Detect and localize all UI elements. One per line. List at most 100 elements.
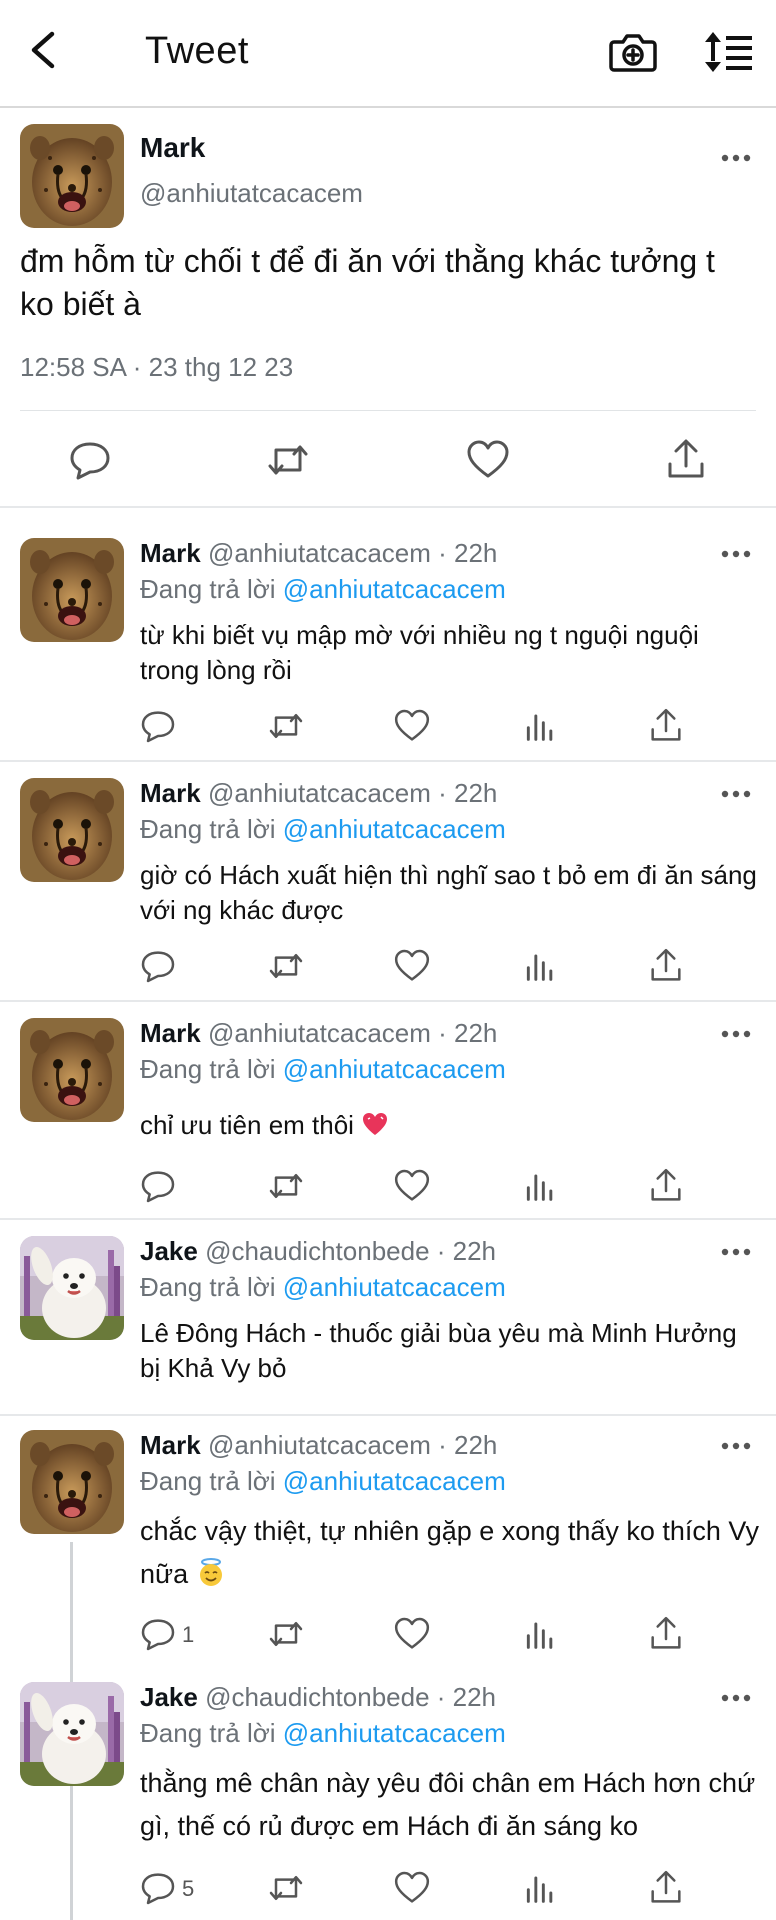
- reply-icon: [141, 951, 175, 983]
- like-icon: [394, 1169, 430, 1201]
- more-options-button[interactable]: [716, 1024, 756, 1044]
- cheetah-avatar-image: [20, 1018, 124, 1122]
- like-icon: [467, 440, 509, 478]
- reply-header: Mark @anhiutatcacacem · 22h: [140, 1430, 497, 1461]
- like-icon: [394, 1617, 430, 1649]
- reply-header: Mark @anhiutatcacacem · 22h: [140, 1018, 497, 1049]
- share-icon: [668, 439, 704, 478]
- author-name[interactable]: Mark: [140, 132, 205, 164]
- top-bar: Tweet: [0, 0, 776, 108]
- more-options-button[interactable]: [716, 784, 756, 804]
- author-handle[interactable]: @anhiutatcacacem · 22h: [208, 1018, 497, 1048]
- author-name[interactable]: Mark: [140, 1018, 201, 1048]
- mention-link[interactable]: @anhiutatcacacem: [283, 1718, 506, 1748]
- reply-icon: [141, 1171, 175, 1203]
- replying-to: Đang trả lời @anhiutatcacacem: [140, 814, 506, 845]
- mention-link[interactable]: @anhiutatcacacem: [283, 814, 506, 844]
- avatar[interactable]: [20, 1236, 124, 1340]
- reply-count: 5: [182, 1876, 195, 1901]
- reply-button[interactable]: [66, 436, 114, 484]
- more-options-button[interactable]: [716, 1688, 756, 1708]
- view-analytics-button[interactable]: [520, 1614, 560, 1654]
- like-button[interactable]: [392, 1614, 432, 1654]
- more-options-button[interactable]: [716, 1242, 756, 1262]
- tweet-timestamp[interactable]: 12:58 SA · 23 thg 12 23: [20, 352, 293, 383]
- like-button[interactable]: [392, 1868, 432, 1908]
- share-icon: [651, 1168, 681, 1201]
- more-options-button[interactable]: [716, 1436, 756, 1456]
- author-name[interactable]: Mark: [140, 538, 201, 568]
- reply-button[interactable]: [138, 706, 178, 746]
- reply-text-content: chỉ ưu tiên em thôi: [140, 1110, 354, 1140]
- view-analytics-button[interactable]: [520, 1868, 560, 1908]
- like-button[interactable]: [464, 436, 512, 484]
- retweet-button[interactable]: [264, 436, 312, 484]
- reply-text-content: chắc vậy thiệt, tự nhiên gặp e xong thấy…: [140, 1516, 759, 1589]
- author-handle[interactable]: @anhiutatcacacem · 22h: [208, 778, 497, 808]
- share-button[interactable]: [662, 436, 710, 484]
- reply-button[interactable]: [138, 1166, 178, 1206]
- avatar[interactable]: [20, 124, 124, 228]
- share-button[interactable]: [646, 706, 686, 746]
- avatar[interactable]: [20, 1682, 124, 1786]
- reply-header: Mark @anhiutatcacacem · 22h: [140, 778, 497, 809]
- retweet-button[interactable]: [266, 1614, 306, 1654]
- more-horizontal-icon: [721, 1248, 751, 1256]
- sort-button[interactable]: [702, 28, 754, 76]
- author-handle[interactable]: @anhiutatcacacem · 22h: [208, 1430, 497, 1460]
- camera-button[interactable]: [608, 28, 658, 76]
- retweet-button[interactable]: [266, 1868, 306, 1908]
- like-icon: [394, 1871, 430, 1903]
- share-button[interactable]: [646, 1166, 686, 1206]
- more-horizontal-icon: [721, 1694, 751, 1702]
- reply-button[interactable]: [138, 1614, 178, 1654]
- retweet-button[interactable]: [266, 946, 306, 986]
- like-button[interactable]: [392, 706, 432, 746]
- back-button[interactable]: [22, 26, 66, 74]
- replying-prefix: Đang trả lời: [140, 814, 283, 844]
- view-analytics-button[interactable]: [520, 1166, 560, 1206]
- more-horizontal-icon: [721, 790, 751, 798]
- mention-link[interactable]: @anhiutatcacacem: [283, 1054, 506, 1084]
- mention-link[interactable]: @anhiutatcacacem: [283, 574, 506, 604]
- author-handle[interactable]: @anhiutatcacacem · 22h: [208, 538, 497, 568]
- author-name[interactable]: Mark: [140, 778, 201, 808]
- retweet-button[interactable]: [266, 706, 306, 746]
- share-icon: [651, 1870, 681, 1903]
- like-button[interactable]: [392, 1166, 432, 1206]
- more-options-button[interactable]: [716, 544, 756, 564]
- reply-text: từ khi biết vụ mập mờ với nhiều ng t ngu…: [140, 618, 760, 688]
- cheetah-avatar-image: [20, 1430, 124, 1534]
- like-button[interactable]: [392, 946, 432, 986]
- author-handle[interactable]: @chaudichtonbede · 22h: [205, 1236, 496, 1266]
- share-button[interactable]: [646, 946, 686, 986]
- avatar[interactable]: [20, 538, 124, 642]
- smiling-face-with-halo-emoji: [199, 1558, 222, 1586]
- view-analytics-button[interactable]: [520, 946, 560, 986]
- view-analytics-button[interactable]: [520, 706, 560, 746]
- reply-button[interactable]: [138, 1868, 178, 1908]
- author-name[interactable]: Jake: [140, 1682, 198, 1712]
- reply-text-content: thằng mê chân này yêu đôi chân em Hách h…: [140, 1768, 756, 1841]
- author-handle[interactable]: @chaudichtonbede · 22h: [205, 1682, 496, 1712]
- avatar[interactable]: [20, 1430, 124, 1534]
- author-name[interactable]: Mark: [140, 1430, 201, 1460]
- mention-link[interactable]: @anhiutatcacacem: [283, 1272, 506, 1302]
- tweet-actions: [0, 430, 776, 490]
- share-button[interactable]: [646, 1868, 686, 1908]
- reply-button[interactable]: [138, 946, 178, 986]
- analytics-icon: [526, 1876, 553, 1903]
- retweet-icon: [269, 1173, 303, 1199]
- author-name[interactable]: Jake: [140, 1236, 198, 1266]
- avatar[interactable]: [20, 1018, 124, 1122]
- retweet-button[interactable]: [266, 1166, 306, 1206]
- retweet-icon: [269, 1621, 303, 1647]
- author-handle[interactable]: @anhiutatcacacem: [140, 178, 363, 209]
- avatar[interactable]: [20, 778, 124, 882]
- divider: [0, 760, 776, 762]
- mention-link[interactable]: @anhiutatcacacem: [283, 1466, 506, 1496]
- share-icon: [651, 1616, 681, 1649]
- share-button[interactable]: [646, 1614, 686, 1654]
- chevron-left-icon: [31, 31, 55, 69]
- more-options-button[interactable]: [716, 148, 756, 168]
